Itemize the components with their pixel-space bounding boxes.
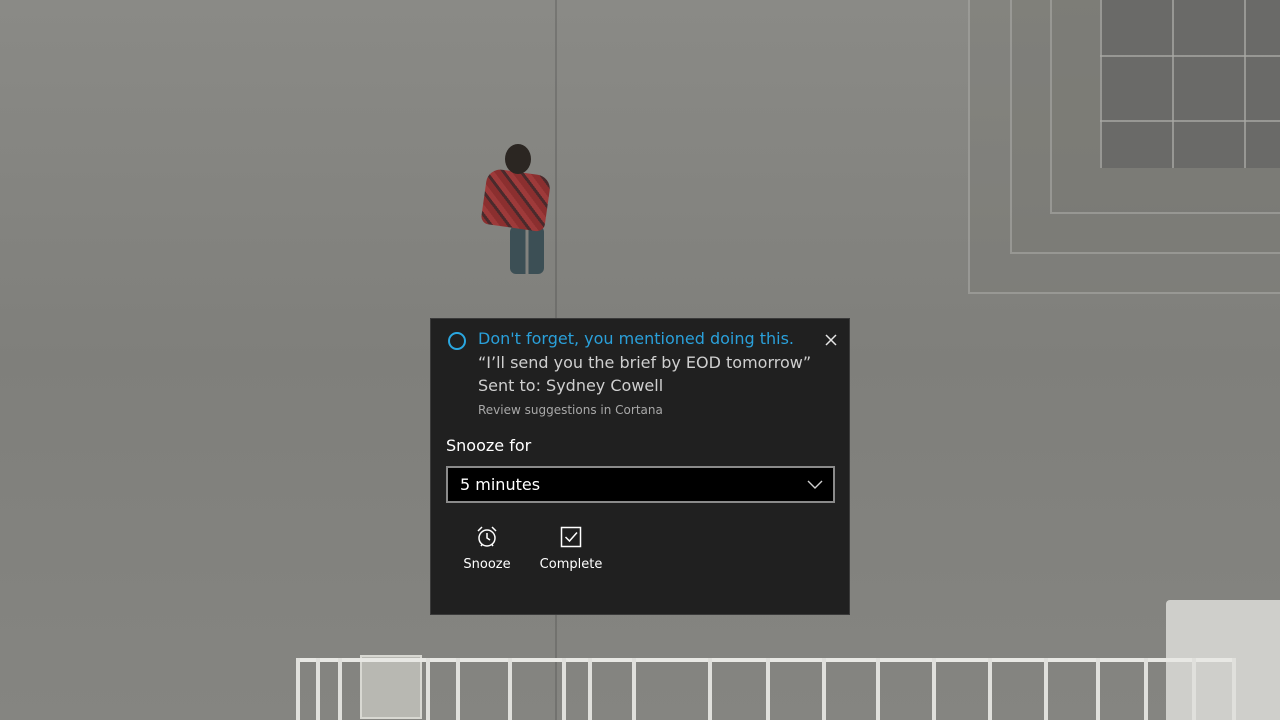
snooze-button[interactable]: Snooze xyxy=(447,525,527,577)
close-button[interactable] xyxy=(819,328,843,352)
alarm-clock-icon xyxy=(477,526,497,547)
snooze-button-label: Snooze xyxy=(463,557,511,572)
checkbox-checked-icon xyxy=(560,526,582,548)
attribution-text: Review suggestions in Cortana xyxy=(478,403,663,417)
close-icon xyxy=(825,334,837,346)
chevron-down-icon xyxy=(807,480,823,489)
complete-button-label: Complete xyxy=(539,557,603,572)
tiled-floor xyxy=(1100,0,1280,168)
walking-person xyxy=(480,140,570,280)
snooze-selected-value: 5 minutes xyxy=(460,475,541,494)
sent-to-text: Sent to: Sydney Cowell xyxy=(478,376,664,395)
railing xyxy=(296,658,1236,720)
snooze-label: Snooze for xyxy=(446,436,532,455)
snooze-dropdown[interactable]: 5 minutes xyxy=(446,466,835,503)
reminder-quote: “I’ll send you the brief by EOD tomorrow… xyxy=(478,353,812,372)
reminder-toast: Don't forget, you mentioned doing this. … xyxy=(430,318,850,615)
complete-button[interactable]: Complete xyxy=(531,525,611,577)
toast-title: Don't forget, you mentioned doing this. xyxy=(478,329,795,348)
cortana-ring-icon xyxy=(448,332,466,350)
desktop-background: Don't forget, you mentioned doing this. … xyxy=(0,0,1280,720)
